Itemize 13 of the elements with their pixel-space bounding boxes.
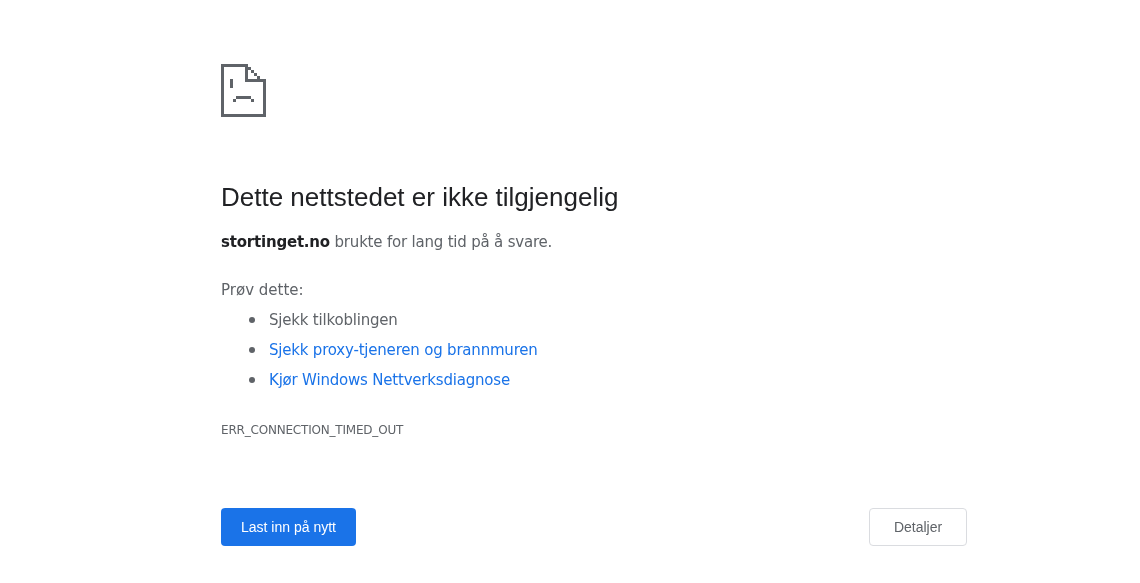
suggestion-text: Sjekk tilkoblingen [269,310,398,330]
bullet-icon [249,317,255,323]
details-button[interactable]: Detaljer [869,508,967,546]
suggestion-link[interactable]: Sjekk proxy-tjeneren og brannmuren [269,340,538,360]
suggestions-title: Prøv dette: [221,280,305,300]
bullet-icon [249,347,255,353]
error-heading: Dette nettstedet er ikke tilgjengelig [221,181,620,214]
bullet-icon [249,377,255,383]
reload-button[interactable]: Last inn på nytt [221,508,356,546]
error-code: ERR_CONNECTION_TIMED_OUT [221,422,405,438]
suggestion-link[interactable]: Kjør Windows Nettverksdiagnose [269,370,510,390]
error-message: stortinget.no brukte for lang tid på å svare. [221,232,554,252]
sad-document-icon [221,64,266,117]
